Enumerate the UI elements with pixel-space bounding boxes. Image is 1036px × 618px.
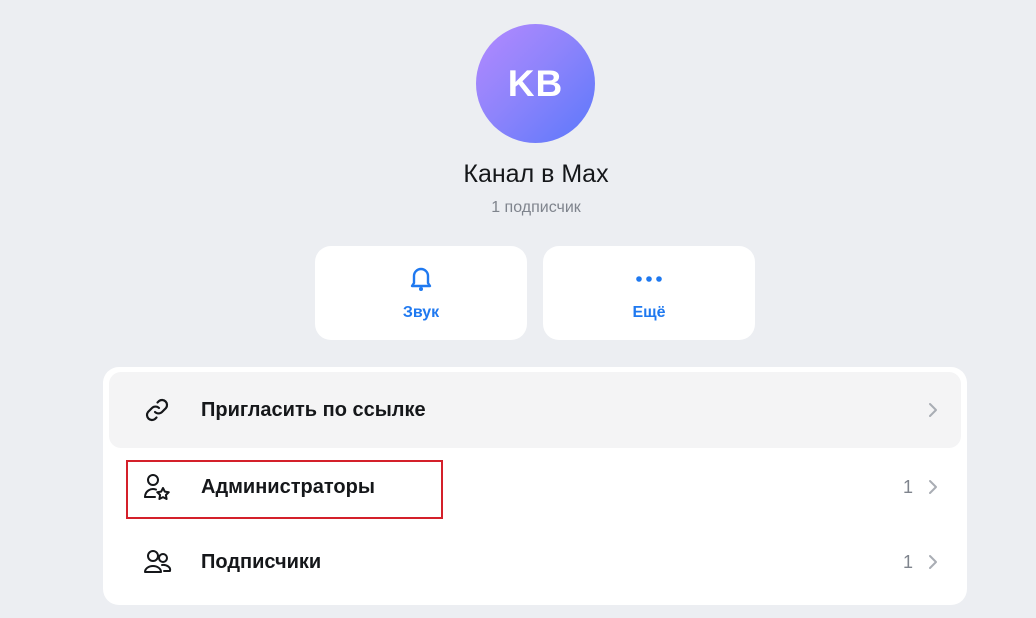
sound-button-label: Звук [402, 304, 440, 321]
sound-button[interactable]: Звук [315, 246, 527, 340]
subscribers-item[interactable]: Подписчики 1 [109, 524, 961, 600]
chevron-right-icon [927, 401, 939, 419]
more-dots-icon [635, 264, 663, 294]
subscriber-count-text: 1 подписчик [491, 199, 581, 216]
more-button[interactable]: Ещё [543, 246, 755, 340]
administrators-label: Администраторы [201, 475, 375, 498]
admin-star-user-icon [142, 472, 172, 502]
users-icon [142, 547, 172, 577]
invite-link-item[interactable]: Пригласить по ссылке [109, 372, 961, 448]
subscribers-item-count: 1 [902, 551, 913, 572]
administrators-item[interactable]: Администраторы 1 [109, 449, 961, 525]
link-icon [142, 395, 172, 425]
channel-profile-page: KB Канал в Max 1 подписчик Звук Ещё Приг… [0, 0, 1036, 618]
channel-title: Канал в Max [463, 160, 609, 188]
chevron-right-icon [927, 478, 939, 496]
bell-icon [408, 264, 434, 294]
administrators-count: 1 [902, 476, 913, 497]
chevron-right-icon [927, 553, 939, 571]
channel-menu-panel: Пригласить по ссылке Администраторы 1 По… [103, 367, 967, 605]
channel-avatar: KB [476, 24, 595, 143]
more-button-label: Ещё [632, 304, 666, 321]
subscribers-label: Подписчики [201, 550, 322, 573]
invite-link-label: Пригласить по ссылке [201, 398, 426, 421]
avatar-initials: KB [507, 62, 564, 104]
